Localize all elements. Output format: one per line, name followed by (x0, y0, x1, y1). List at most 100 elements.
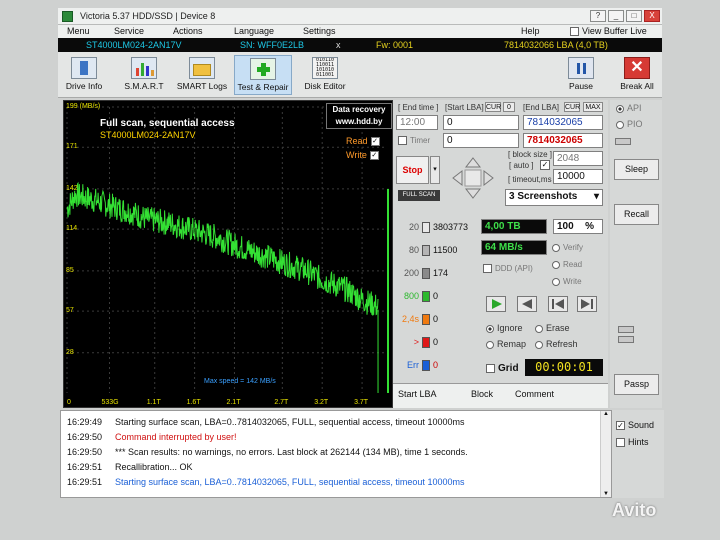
auto-checkbox[interactable]: ✓ (540, 160, 550, 170)
minimize-button[interactable]: _ (608, 10, 624, 22)
col-block[interactable]: Block (471, 389, 493, 399)
latency-legend-row: 20 3803773 (397, 222, 468, 234)
y-tick-label: 114 (66, 225, 78, 233)
remap-radio[interactable]: Remap (486, 339, 526, 349)
close-button[interactable]: X (644, 10, 660, 22)
check-icon: ✓ (369, 151, 379, 161)
col-comment[interactable]: Comment (515, 389, 554, 399)
log-message: Command interrupted by user! (115, 432, 237, 442)
disk-size-readout: 4,00 TB (481, 219, 547, 234)
close-device-icon[interactable]: x (336, 40, 341, 50)
help-icon[interactable]: ? (590, 10, 606, 22)
radio-selected-icon (616, 104, 624, 113)
passp-button[interactable]: Passp (614, 374, 659, 395)
log-scrollbar[interactable]: ▲ ▼ (600, 411, 611, 497)
screenshots-label: 3 Screenshots (509, 191, 578, 202)
skip-back-button[interactable] (548, 296, 568, 312)
refresh-radio[interactable]: Refresh (535, 339, 578, 349)
end-cur-button[interactable]: CUR (564, 102, 580, 112)
speed-graph: Full scan, sequential access ST4000LM024… (63, 100, 393, 408)
start-lba-label: [Start LBA] (445, 103, 484, 112)
latency-legend-row: Err 0 (397, 360, 438, 372)
log-panel[interactable]: 16:29:49 Starting surface scan, LBA=0..78… (60, 410, 612, 498)
block-size-select[interactable]: 2048 (553, 151, 603, 166)
menu-service[interactable]: Service (114, 26, 144, 36)
end-time-input[interactable]: 12:00 (396, 115, 438, 130)
check-icon: ✓ (370, 137, 380, 147)
ignore-radio[interactable]: Ignore (486, 323, 523, 333)
pio-radio[interactable]: PIO (616, 119, 643, 129)
verify-radio[interactable]: Verify (552, 243, 583, 252)
medkit-icon (250, 58, 276, 80)
disk-editor-button[interactable]: 010110 110011 101010 011001 Disk Editor (298, 55, 352, 95)
scroll-down-icon[interactable]: ▼ (601, 491, 611, 497)
col-start-lba[interactable]: Start LBA (398, 389, 437, 399)
timeout-select[interactable]: 10000 (553, 169, 603, 184)
screenshots-select[interactable]: 3 Screenshots ▾ (505, 189, 603, 206)
menu-menu[interactable]: Menu (67, 26, 90, 36)
radio-icon (535, 340, 543, 349)
latency-bucket-label: 200 (403, 268, 419, 278)
stamp-line-2: www.hdd.by (335, 117, 383, 126)
full-scan-button[interactable]: FULL SCAN (398, 190, 440, 201)
drive-info-button[interactable]: Drive Info (62, 55, 106, 95)
direction-pad[interactable] (449, 154, 497, 202)
checkbox-icon (486, 363, 495, 373)
test-repair-button[interactable]: Test & Repair (234, 55, 292, 95)
view-buffer-live-checkbox[interactable]: View Buffer Live (570, 26, 647, 37)
skip-forward-button[interactable] (577, 296, 597, 312)
title-bar: Victoria 5.37 HDD/SSD | Device 8 ? _ □ X (58, 8, 662, 25)
log-time: 16:29:51 (67, 462, 103, 472)
log-row: 16:29:51 Recallibration... OK (67, 462, 193, 472)
scroll-up-icon[interactable]: ▲ (601, 411, 611, 417)
log-message: Recallibration... OK (115, 462, 193, 472)
end-max-button[interactable]: MAX (583, 102, 603, 112)
start-lba-input[interactable]: 0 (443, 115, 519, 130)
stop-button[interactable]: Stop (396, 156, 429, 184)
play-button[interactable] (486, 296, 506, 312)
maximize-button[interactable]: □ (626, 10, 642, 22)
timer-input[interactable]: 0 (443, 133, 519, 148)
menu-bar: Menu Service Actions Language Settings H… (58, 25, 662, 38)
rewind-button[interactable] (517, 296, 537, 312)
end-lba-input[interactable]: 7814032065 (523, 115, 603, 130)
sound-checkbox[interactable]: ✓ Sound (616, 420, 654, 431)
latency-swatch-icon (422, 291, 430, 303)
smart-button[interactable]: S.M.A.R.T (118, 55, 170, 95)
grid-checkbox[interactable]: Grid (486, 363, 519, 374)
read-radio[interactable]: Read (552, 260, 582, 269)
menu-help[interactable]: Help (521, 26, 540, 36)
radio-icon (616, 120, 624, 129)
write-radio[interactable]: Write (552, 277, 582, 286)
recall-button[interactable]: Recall (614, 204, 659, 225)
log-message: *** Scan results: no warnings, no errors… (115, 447, 468, 457)
log-row: 16:29:51 Starting surface scan, LBA=0..78… (67, 477, 464, 487)
erase-radio[interactable]: Erase (535, 323, 570, 333)
break-all-button[interactable]: ✕ Break All (616, 55, 658, 95)
drive-info-icon (71, 57, 97, 79)
menu-settings[interactable]: Settings (303, 26, 336, 36)
device-lba: 7814032066 LBA (4,0 TB) (504, 40, 608, 50)
smart-logs-button[interactable]: SMART Logs (174, 55, 230, 95)
hints-checkbox[interactable]: Hints (616, 437, 649, 448)
ignore-label: Ignore (497, 323, 523, 333)
start-zero-button[interactable]: 0 (503, 102, 515, 112)
pause-button[interactable]: Pause (562, 55, 600, 95)
menu-language[interactable]: Language (234, 26, 274, 36)
start-cur-button[interactable]: CUR (485, 102, 501, 112)
checkbox-icon (616, 438, 625, 448)
menu-actions[interactable]: Actions (173, 26, 203, 36)
timer-checkbox[interactable]: Timer (398, 136, 430, 146)
read-toggle[interactable]: Read ✓ (346, 136, 380, 147)
latency-bucket-label: Err (407, 360, 419, 370)
status-led-icon (615, 138, 631, 145)
sleep-button[interactable]: Sleep (614, 159, 659, 180)
grid-label: Grid (498, 363, 519, 374)
ddd-api-checkbox[interactable]: DDD (API) (483, 264, 533, 274)
right-rail: API PIO Sleep Recall Passp (610, 100, 662, 408)
api-radio[interactable]: API (616, 103, 642, 113)
write-toggle[interactable]: Write ✓ (346, 150, 379, 161)
stop-dropdown-arrow[interactable]: ▾ (430, 156, 440, 184)
y-tick-label: 199 (MB/s) (66, 103, 101, 110)
x-tick-label: 1.1T (146, 399, 161, 406)
